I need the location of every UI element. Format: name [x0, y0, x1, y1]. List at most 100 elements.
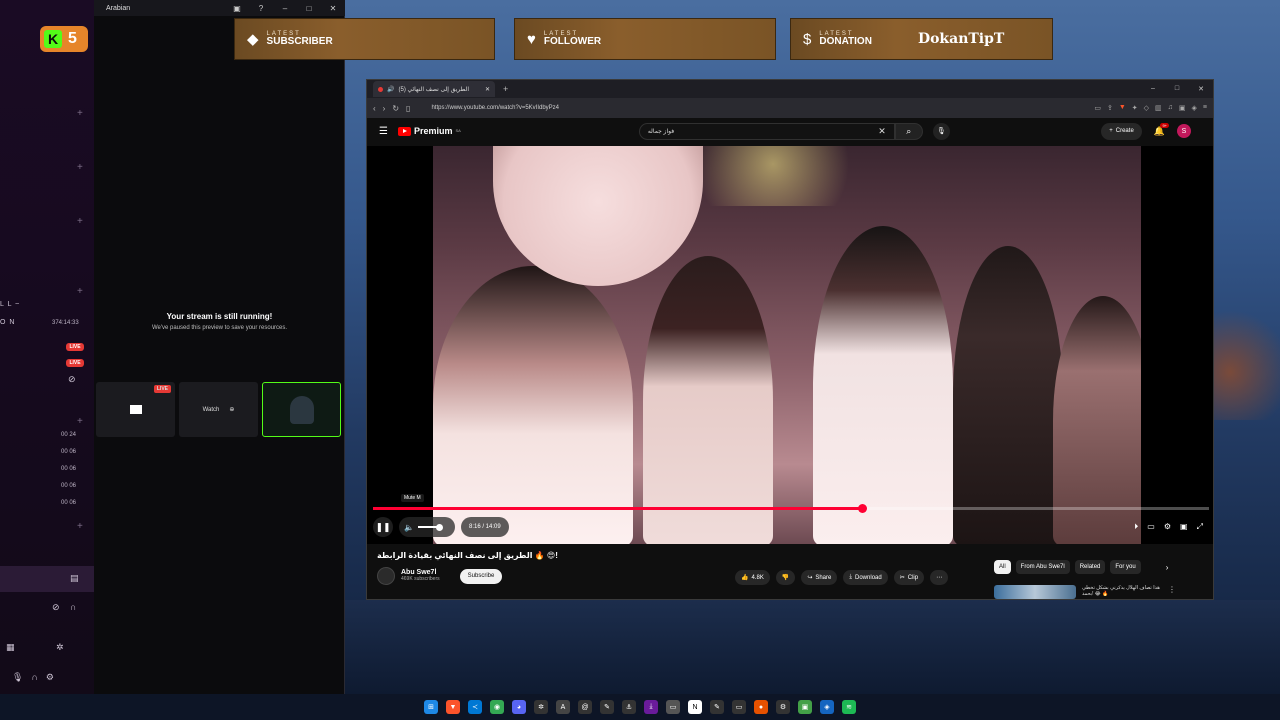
inbox-icon[interactable]: ▣ [225, 4, 249, 13]
related-thumbnail[interactable] [994, 585, 1076, 599]
like-button[interactable]: 👍 4.8K [735, 570, 770, 585]
close-button[interactable]: ✕ [1189, 85, 1213, 93]
preview-thumb[interactable]: Watch ⊕ [179, 382, 258, 437]
brave-shield-icon[interactable]: ▼ [1119, 104, 1126, 112]
volume-slider[interactable] [417, 523, 443, 531]
channel-avatar[interactable] [377, 567, 395, 585]
account-avatar[interactable]: S [1177, 124, 1191, 138]
clip-button[interactable]: ✂ Clip [893, 570, 925, 585]
download-manager-icon[interactable]: ⤓ [644, 700, 658, 714]
rail-selected-item[interactable]: ▤ [0, 566, 94, 592]
browser-tab[interactable]: 🔊 (5) الطريق إلى نصف النهائي ✕ [373, 81, 495, 97]
mail-icon[interactable]: @ [578, 700, 592, 714]
headphones-icon[interactable]: ∩ [31, 672, 37, 682]
new-tab-button[interactable]: + [503, 84, 508, 94]
youtube-logo[interactable]: Premium SA [397, 126, 461, 136]
kebab-menu-icon[interactable]: ⋮ [1168, 585, 1176, 599]
chip-for-you[interactable]: For you [1110, 560, 1141, 574]
extension-icon[interactable]: ✦ [1132, 104, 1138, 112]
screen-icon[interactable]: ▭ [1094, 104, 1101, 112]
miniplayer-icon[interactable]: ▣ [1180, 522, 1188, 532]
pause-button[interactable]: ❚❚ [373, 517, 393, 537]
headset-icon[interactable]: ∩ [70, 602, 76, 612]
maximize-button[interactable]: □ [1165, 85, 1189, 93]
chevron-right-icon[interactable]: › [1166, 563, 1169, 572]
obs-icon[interactable]: ● [754, 700, 768, 714]
wallet-icon[interactable]: ▣ [1179, 104, 1186, 112]
reload-icon[interactable]: ↻ [392, 104, 399, 113]
autoplay-toggle[interactable]: ⏵ [1134, 522, 1138, 532]
subscribe-button[interactable]: Subscribe [459, 568, 503, 584]
forward-icon[interactable]: › [383, 104, 386, 113]
settings-icon[interactable]: ⚙ [1164, 522, 1171, 532]
playlist-icon[interactable]: ♫ [1168, 104, 1173, 112]
clear-search-icon[interactable]: ✕ [878, 126, 886, 137]
microphone-icon[interactable]: 🎙 [12, 672, 23, 683]
add-icon[interactable]: + [77, 216, 83, 227]
script-icon[interactable]: ✎ [710, 700, 724, 714]
captions-icon[interactable]: ▭ [1147, 522, 1155, 532]
windows-start-icon[interactable]: ⊞ [424, 700, 438, 714]
minimize-button[interactable]: – [273, 4, 297, 13]
menu-icon[interactable]: ≡ [1203, 104, 1207, 112]
volume-knob[interactable] [435, 523, 443, 531]
settings-app-icon[interactable]: ⚙ [776, 700, 790, 714]
preview-thumb-selected[interactable] [262, 382, 341, 437]
watch-label[interactable]: Watch [203, 407, 220, 413]
dislike-button[interactable]: 👎 [775, 570, 796, 585]
chrome-icon[interactable]: ◉ [490, 700, 504, 714]
more-actions-button[interactable]: ⋯ [930, 570, 949, 585]
close-button[interactable]: ✕ [321, 4, 345, 13]
rail-user[interactable]: O N [0, 319, 15, 326]
ai-icon[interactable]: A [556, 700, 570, 714]
volume-icon[interactable]: 🔈 [404, 523, 414, 532]
download-button[interactable]: ⤓ Download [843, 570, 888, 585]
brave-icon[interactable]: ▼ [446, 700, 460, 714]
share-button[interactable]: ↪ Share [801, 570, 838, 585]
notion-icon[interactable]: N [688, 700, 702, 714]
volume-control[interactable]: 🔈 [399, 517, 455, 537]
add-icon[interactable]: + [77, 108, 83, 119]
steam-icon[interactable]: ◈ [820, 700, 834, 714]
mute-mic-icon[interactable]: ⊘ [52, 602, 60, 613]
kick-logo[interactable]: K 5 [40, 26, 88, 52]
bookmark-icon[interactable]: ▯ [406, 104, 410, 113]
settings-icon[interactable]: ✲ [56, 642, 64, 653]
edit-icon[interactable]: ✎ [600, 700, 614, 714]
folder-icon[interactable]: ▭ [666, 700, 680, 714]
chip-from-channel[interactable]: From Abu Swe7l [1015, 560, 1070, 574]
video-player[interactable]: Mute M ❚❚ 🔈 8:16 / 14:09 ⏵ ▭ ⚙ ▣ ⤢ [367, 146, 1213, 544]
zoom-icon[interactable]: ⊕ [229, 406, 234, 413]
notifications-bell-icon[interactable]: 🔔 9+ [1154, 122, 1169, 137]
grid-icon[interactable]: ▦ [6, 642, 15, 653]
vscode-icon[interactable]: ≺ [468, 700, 482, 714]
help-icon[interactable]: ? [249, 4, 273, 13]
search-input[interactable]: فواز جماله ✕ [638, 122, 895, 140]
minimize-button[interactable]: – [1141, 85, 1165, 93]
speaker-icon[interactable]: 🔊 [387, 86, 394, 93]
spotify-icon[interactable]: ≋ [842, 700, 856, 714]
vpn-icon[interactable]: ◈ [1192, 104, 1197, 112]
hamburger-menu-icon[interactable]: ☰ [379, 126, 388, 137]
video-frame[interactable] [433, 146, 1141, 544]
fullscreen-icon[interactable]: ⤢ [1197, 522, 1203, 532]
progress-scrubber[interactable] [858, 504, 868, 513]
app-icon[interactable]: ✲ [534, 700, 548, 714]
add-icon[interactable]: + [77, 521, 83, 532]
url-field[interactable]: https://www.youtube.com/watch?v=5KvIIdby… [431, 105, 559, 111]
voice-search-button[interactable]: 🎙 [932, 122, 950, 140]
discord-icon[interactable]: ◕ [512, 700, 526, 714]
chip-all[interactable]: All [994, 560, 1011, 574]
back-icon[interactable]: ‹ [373, 104, 376, 113]
sidebar-icon[interactable]: ▥ [1155, 104, 1162, 112]
gear-icon[interactable]: ⚙ [46, 672, 54, 683]
add-icon[interactable]: + [77, 286, 83, 297]
related-video[interactable]: هذا تصاف الهلال يذكرني بشكل تخطي بحمد! 😂… [994, 585, 1176, 599]
files-icon[interactable]: ▣ [798, 700, 812, 714]
preview-thumb[interactable]: LIVE [96, 382, 175, 437]
progress-bar[interactable] [373, 504, 1209, 513]
puzzle-icon[interactable]: ◇ [1144, 104, 1149, 112]
close-tab-icon[interactable]: ✕ [485, 86, 490, 93]
search-button[interactable]: ⌕ [894, 122, 923, 140]
related-title[interactable]: هذا تصاف الهلال يذكرني بشكل تخطي بحمد! 😂… [1082, 585, 1162, 599]
